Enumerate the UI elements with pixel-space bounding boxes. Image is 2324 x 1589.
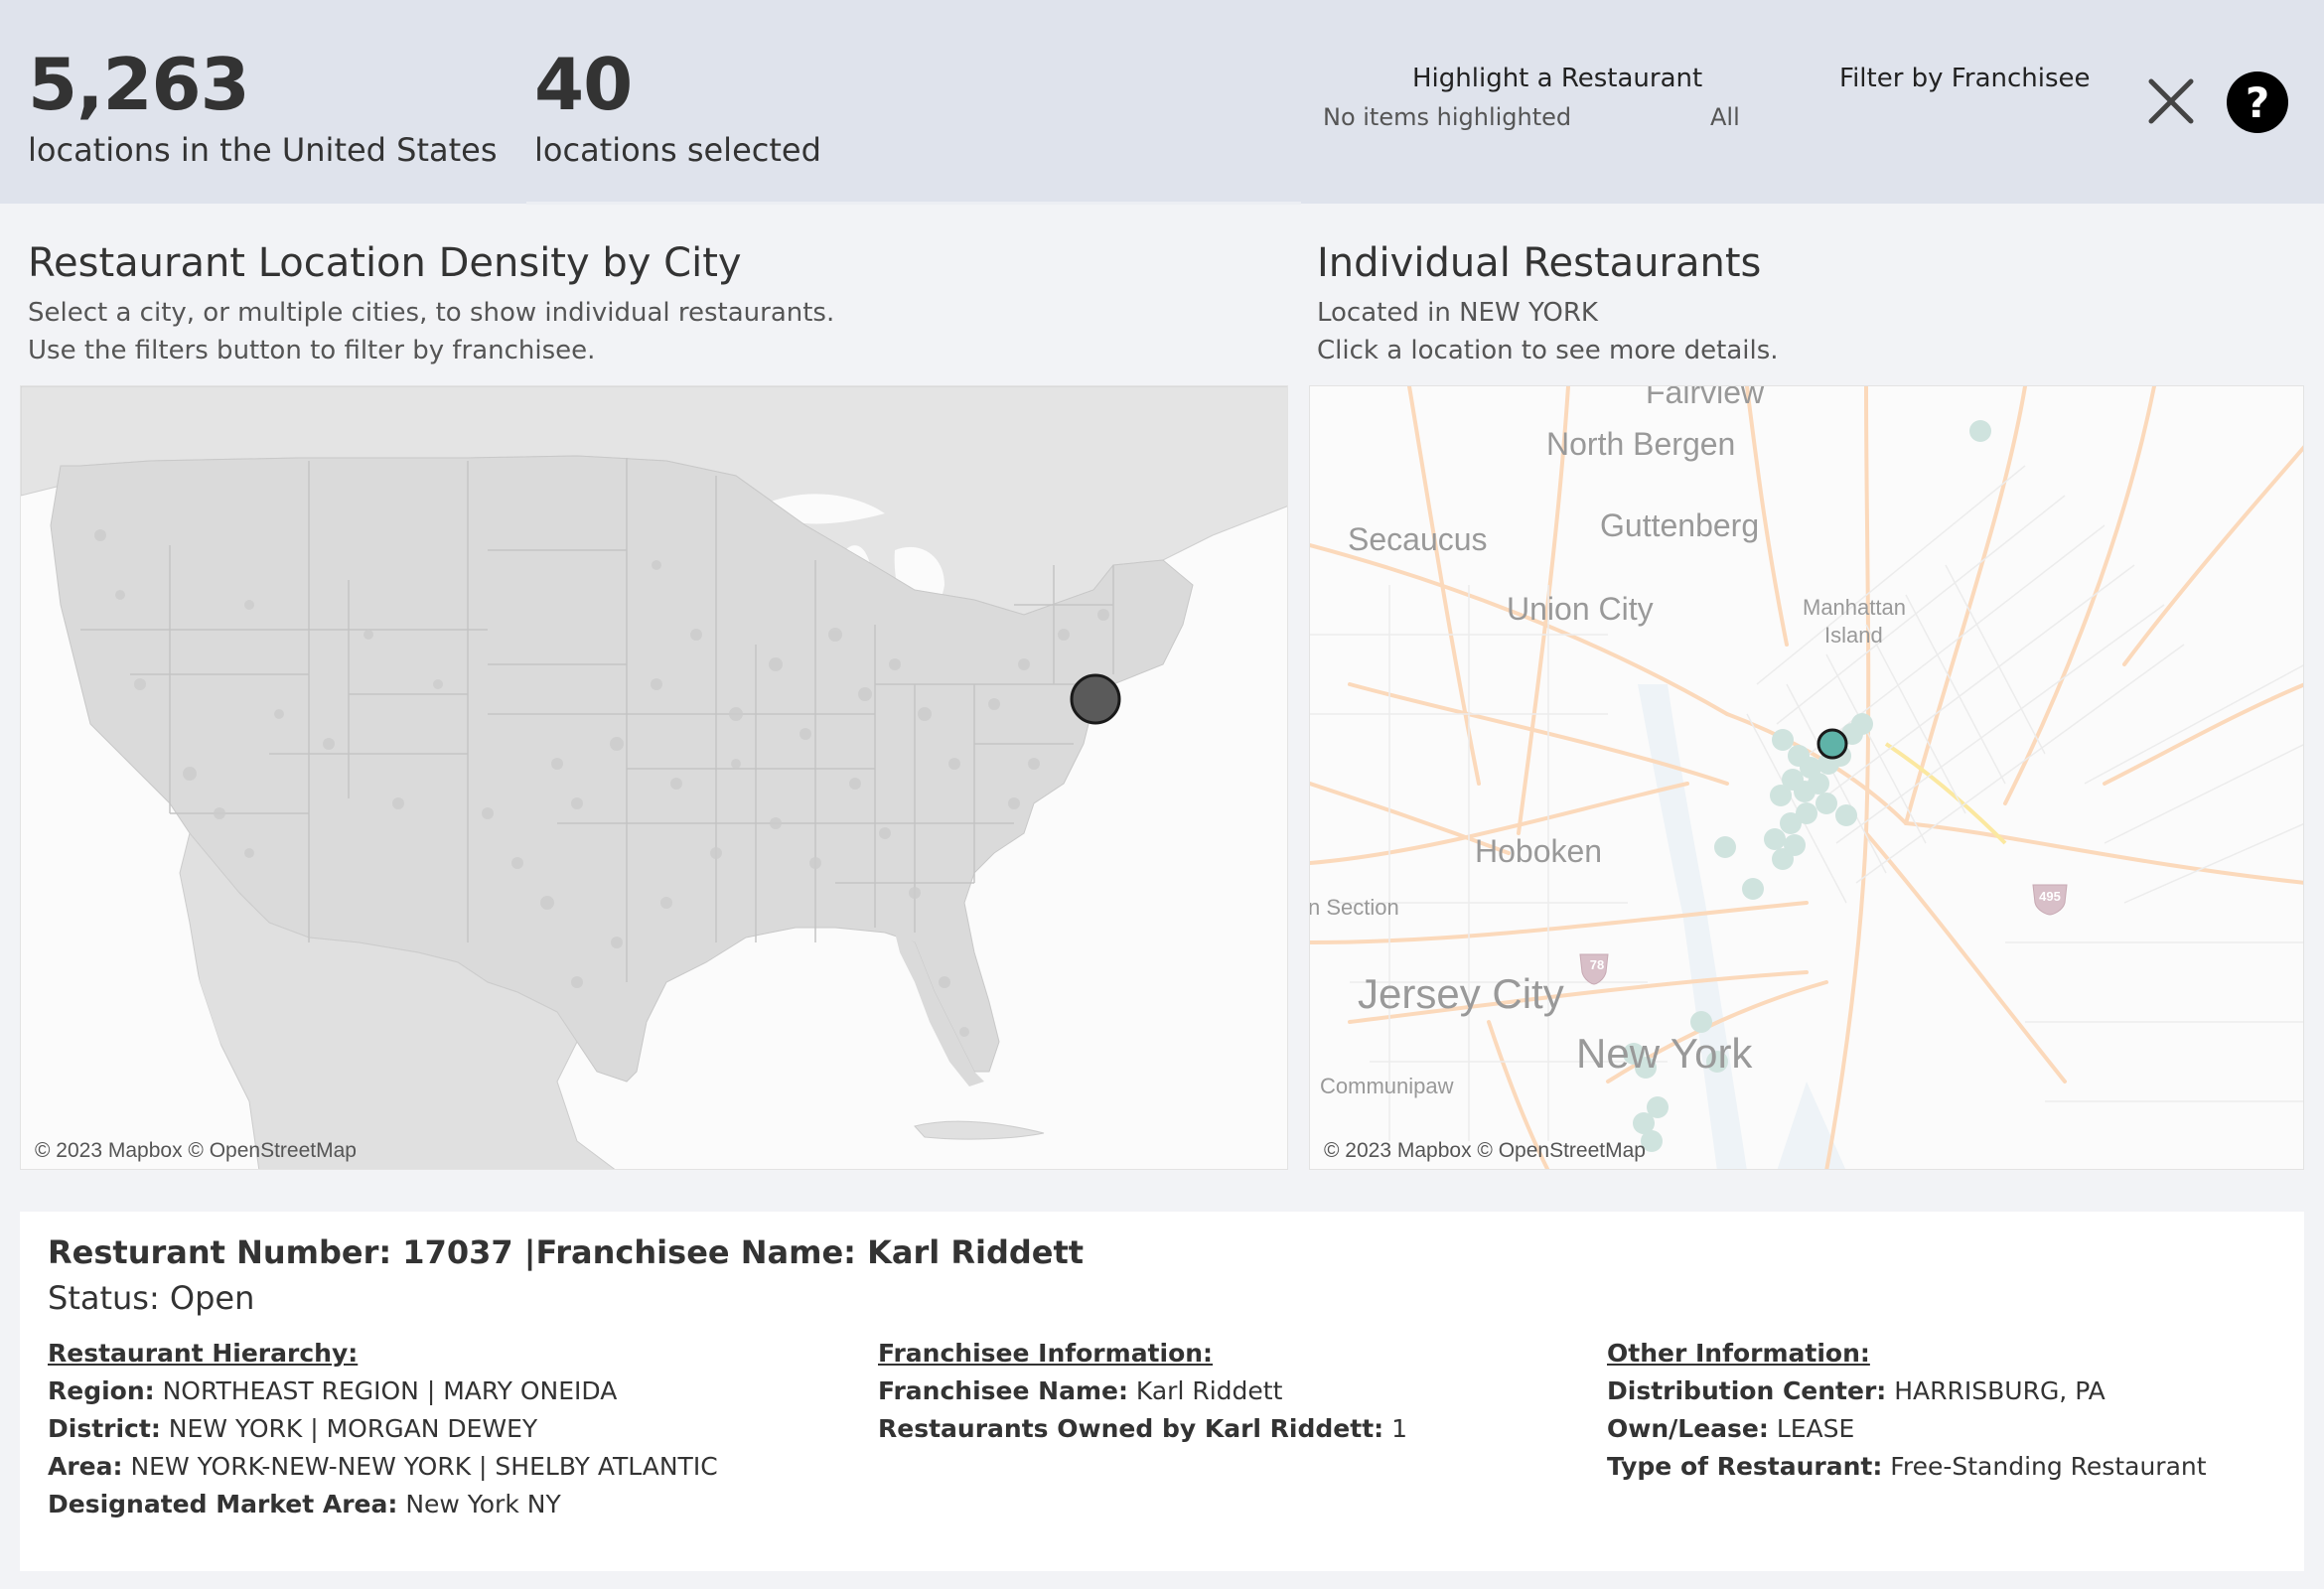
franchisee-section: Franchisee Information: Franchisee Name:… — [878, 1335, 1407, 1448]
selected-locations-kpi: 40 locations selected — [534, 40, 821, 169]
highlight-all-option[interactable]: All — [1710, 103, 1740, 131]
hierarchy-section: Restaurant Hierarchy: Region: NORTHEAST … — [48, 1335, 718, 1523]
density-map[interactable]: © 2023 Mapbox © OpenStreetMap — [20, 385, 1288, 1170]
place-union-city: Union City — [1507, 591, 1654, 627]
own-lease-label: Own/Lease: — [1607, 1414, 1769, 1443]
header-bar: 5,263 locations in the United States 40 … — [0, 0, 2324, 204]
place-jersey-city: Jersey City — [1358, 970, 1564, 1017]
restaurant-status: Status: Open — [48, 1279, 255, 1317]
place-secaucus: Secaucus — [1348, 521, 1488, 557]
distribution-center-label: Distribution Center: — [1607, 1376, 1887, 1405]
district-value: NEW YORK | MORGAN DEWEY — [168, 1414, 538, 1443]
filter-by-franchisee-button[interactable]: Filter by Franchisee — [1839, 64, 2091, 93]
restaurants-map-credit: © 2023 Mapbox © OpenStreetMap — [1324, 1139, 1646, 1162]
restaurant-type-value: Free-Standing Restaurant — [1890, 1452, 2207, 1481]
total-locations-kpi: 5,263 locations in the United States — [28, 40, 498, 169]
district-label: District: — [48, 1414, 161, 1443]
individual-map-title: Individual Restaurants — [1317, 240, 1762, 286]
highlight-restaurant-title: Highlight a Restaurant — [1412, 64, 1703, 93]
total-locations-value: 5,263 — [28, 43, 250, 126]
individual-map-subtitle-2: Click a location to see more details. — [1317, 336, 1779, 365]
distribution-center-value: HARRISBURG, PA — [1894, 1376, 2106, 1405]
kpi-divider — [526, 202, 1301, 205]
place-section: n Section — [1309, 895, 1399, 920]
restaurant-type-label: Type of Restaurant: — [1607, 1452, 1883, 1481]
place-fairview: Fairview — [1646, 385, 1765, 410]
place-new-york: New York — [1576, 1030, 1753, 1077]
restaurants-map-canvas[interactable] — [1310, 386, 2304, 1170]
place-hoboken: Hoboken — [1475, 833, 1603, 869]
interstate-78-label: 78 — [1589, 957, 1605, 972]
place-manhattan-island: Island — [1824, 623, 1883, 648]
own-lease-value: LEASE — [1776, 1414, 1855, 1443]
help-icon[interactable]: ? — [2227, 72, 2288, 133]
franchisee-name-label: Franchisee Name: — [878, 1376, 1128, 1405]
region-label: Region: — [48, 1376, 155, 1405]
area-value: NEW YORK-NEW-NEW YORK | SHELBY ATLANTIC — [130, 1452, 718, 1481]
interstate-495-label: 495 — [2039, 889, 2061, 904]
selected-restaurant-marker[interactable] — [1816, 728, 1848, 760]
franchisee-name-value: Karl Riddett — [1135, 1376, 1283, 1405]
other-info-heading: Other Information: — [1607, 1339, 1870, 1368]
dma-label: Designated Market Area: — [48, 1490, 398, 1518]
density-map-subtitle-1: Select a city, or multiple cities, to sh… — [28, 298, 835, 328]
new-york-city-marker[interactable] — [1070, 673, 1121, 725]
other-info-section: Other Information: Distribution Center: … — [1607, 1335, 2207, 1486]
dma-value: New York NY — [405, 1490, 561, 1518]
close-icon[interactable] — [2145, 75, 2197, 127]
selected-locations-value: 40 — [534, 43, 633, 126]
region-value: NORTHEAST REGION | MARY ONEIDA — [162, 1376, 618, 1405]
area-label: Area: — [48, 1452, 123, 1481]
total-locations-label: locations in the United States — [28, 131, 498, 169]
hierarchy-heading: Restaurant Hierarchy: — [48, 1339, 359, 1368]
restaurant-details-panel: Resturant Number: 17037 |Franchisee Name… — [20, 1212, 2304, 1571]
density-map-title: Restaurant Location Density by City — [28, 240, 742, 286]
place-communipaw: Communipaw — [1320, 1074, 1454, 1098]
density-map-credit: © 2023 Mapbox © OpenStreetMap — [35, 1139, 357, 1162]
restaurants-owned-value: 1 — [1391, 1414, 1408, 1443]
us-map-canvas[interactable] — [21, 386, 1288, 1170]
selected-locations-label: locations selected — [534, 131, 821, 169]
highlight-restaurant-input[interactable]: No items highlighted — [1323, 103, 1571, 131]
place-manhattan: Manhattan — [1803, 595, 1906, 620]
restaurants-owned-label: Restaurants Owned by Karl Riddett: — [878, 1414, 1384, 1443]
place-north-bergen: North Bergen — [1546, 426, 1736, 462]
individual-map-subtitle-1: Located in NEW YORK — [1317, 298, 1598, 328]
density-map-subtitle-2: Use the filters button to filter by fran… — [28, 336, 596, 365]
restaurant-header: Resturant Number: 17037 |Franchisee Name… — [48, 1233, 1085, 1271]
franchisee-heading: Franchisee Information: — [878, 1339, 1214, 1368]
place-guttenberg: Guttenberg — [1600, 507, 1760, 543]
restaurants-map[interactable]: Fairview North Bergen Secaucus Guttenber… — [1309, 385, 2304, 1170]
